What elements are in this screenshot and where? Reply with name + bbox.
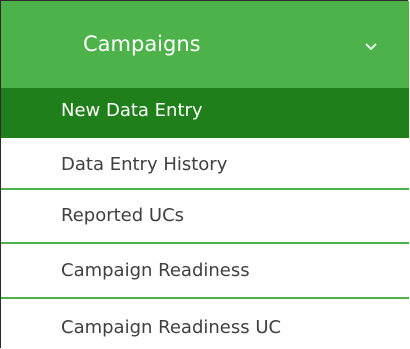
menu-item-campaign-readiness[interactable]: Campaign Readiness [1, 244, 409, 299]
menu-item-label: Campaign Readiness [61, 260, 250, 281]
campaigns-menu: Campaigns New Data Entry Data Entry Hist… [0, 0, 409, 349]
campaigns-header[interactable]: Campaigns [1, 1, 409, 88]
menu-item-new-data-entry[interactable]: New Data Entry [1, 88, 409, 138]
chevron-down-icon[interactable] [364, 41, 378, 51]
menu-item-campaign-readiness-uc[interactable]: Campaign Readiness UC [1, 299, 409, 349]
menu-item-reported-ucs[interactable]: Reported UCs [1, 190, 409, 244]
menu-item-label: Campaign Readiness UC [61, 317, 282, 338]
menu-item-label: New Data Entry [61, 100, 203, 121]
menu-item-label: Reported UCs [61, 205, 185, 226]
menu-item-data-entry-history[interactable]: Data Entry History [1, 138, 409, 190]
menu-item-label: Data Entry History [61, 154, 228, 175]
campaigns-title: Campaigns [83, 32, 201, 56]
